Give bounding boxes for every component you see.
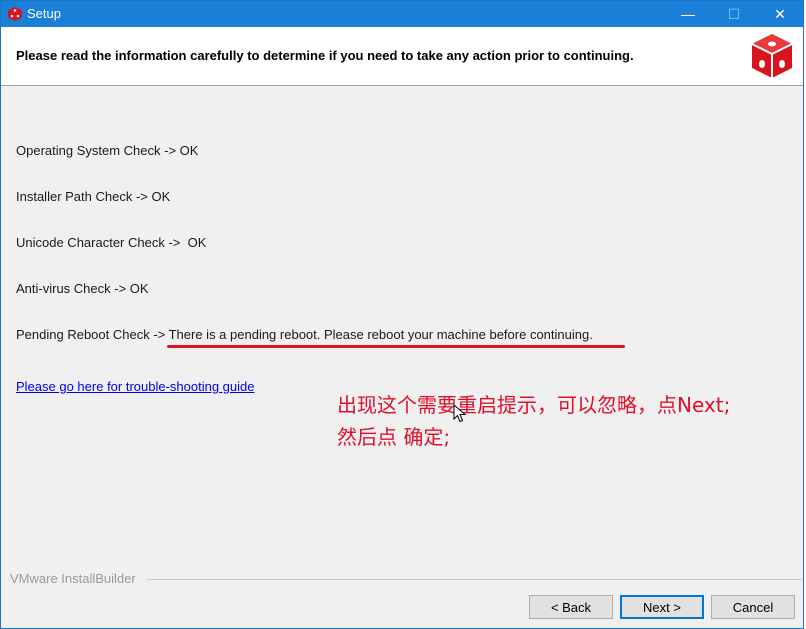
mouse-pointer-icon xyxy=(453,404,467,423)
next-button[interactable]: Next > xyxy=(620,595,704,619)
unicode-check-line: Unicode Character Check -> OK xyxy=(16,235,207,250)
header-panel: Please read the information carefully to… xyxy=(1,27,803,86)
back-button[interactable]: < Back xyxy=(529,595,613,619)
pending-reboot-check-line: Pending Reboot Check -> There is a pendi… xyxy=(16,327,593,342)
window-title: Setup xyxy=(27,6,61,21)
minimize-button[interactable]: — xyxy=(665,1,711,27)
annotation-line-2: 然后点 确定; xyxy=(337,425,451,449)
installbuilder-logo-icon xyxy=(8,7,22,21)
maximize-button[interactable]: ☐ xyxy=(711,1,757,27)
installbuilder-brand-label: VMware InstallBuilder xyxy=(10,571,136,586)
installbuilder-cube-logo xyxy=(751,34,793,78)
content-area: Operating System Check -> OK Installer P… xyxy=(1,87,803,567)
antivirus-check-line: Anti-virus Check -> OK xyxy=(16,281,149,296)
installer-path-check-line: Installer Path Check -> OK xyxy=(16,189,171,204)
footer-divider xyxy=(147,579,802,580)
cancel-button[interactable]: Cancel xyxy=(711,595,795,619)
troubleshooting-link[interactable]: Please go here for trouble-shooting guid… xyxy=(16,379,255,394)
setup-window: Setup — ☐ ✕ Please read the information … xyxy=(0,0,804,629)
os-check-line: Operating System Check -> OK xyxy=(16,143,199,158)
close-button[interactable]: ✕ xyxy=(757,1,803,27)
header-instruction: Please read the information carefully to… xyxy=(16,48,634,63)
annotation-underline xyxy=(167,345,625,348)
title-bar[interactable]: Setup — ☐ ✕ xyxy=(1,1,803,27)
annotation-line-1: 出现这个需要重启提示，可以忽略，点Next; xyxy=(337,393,731,417)
